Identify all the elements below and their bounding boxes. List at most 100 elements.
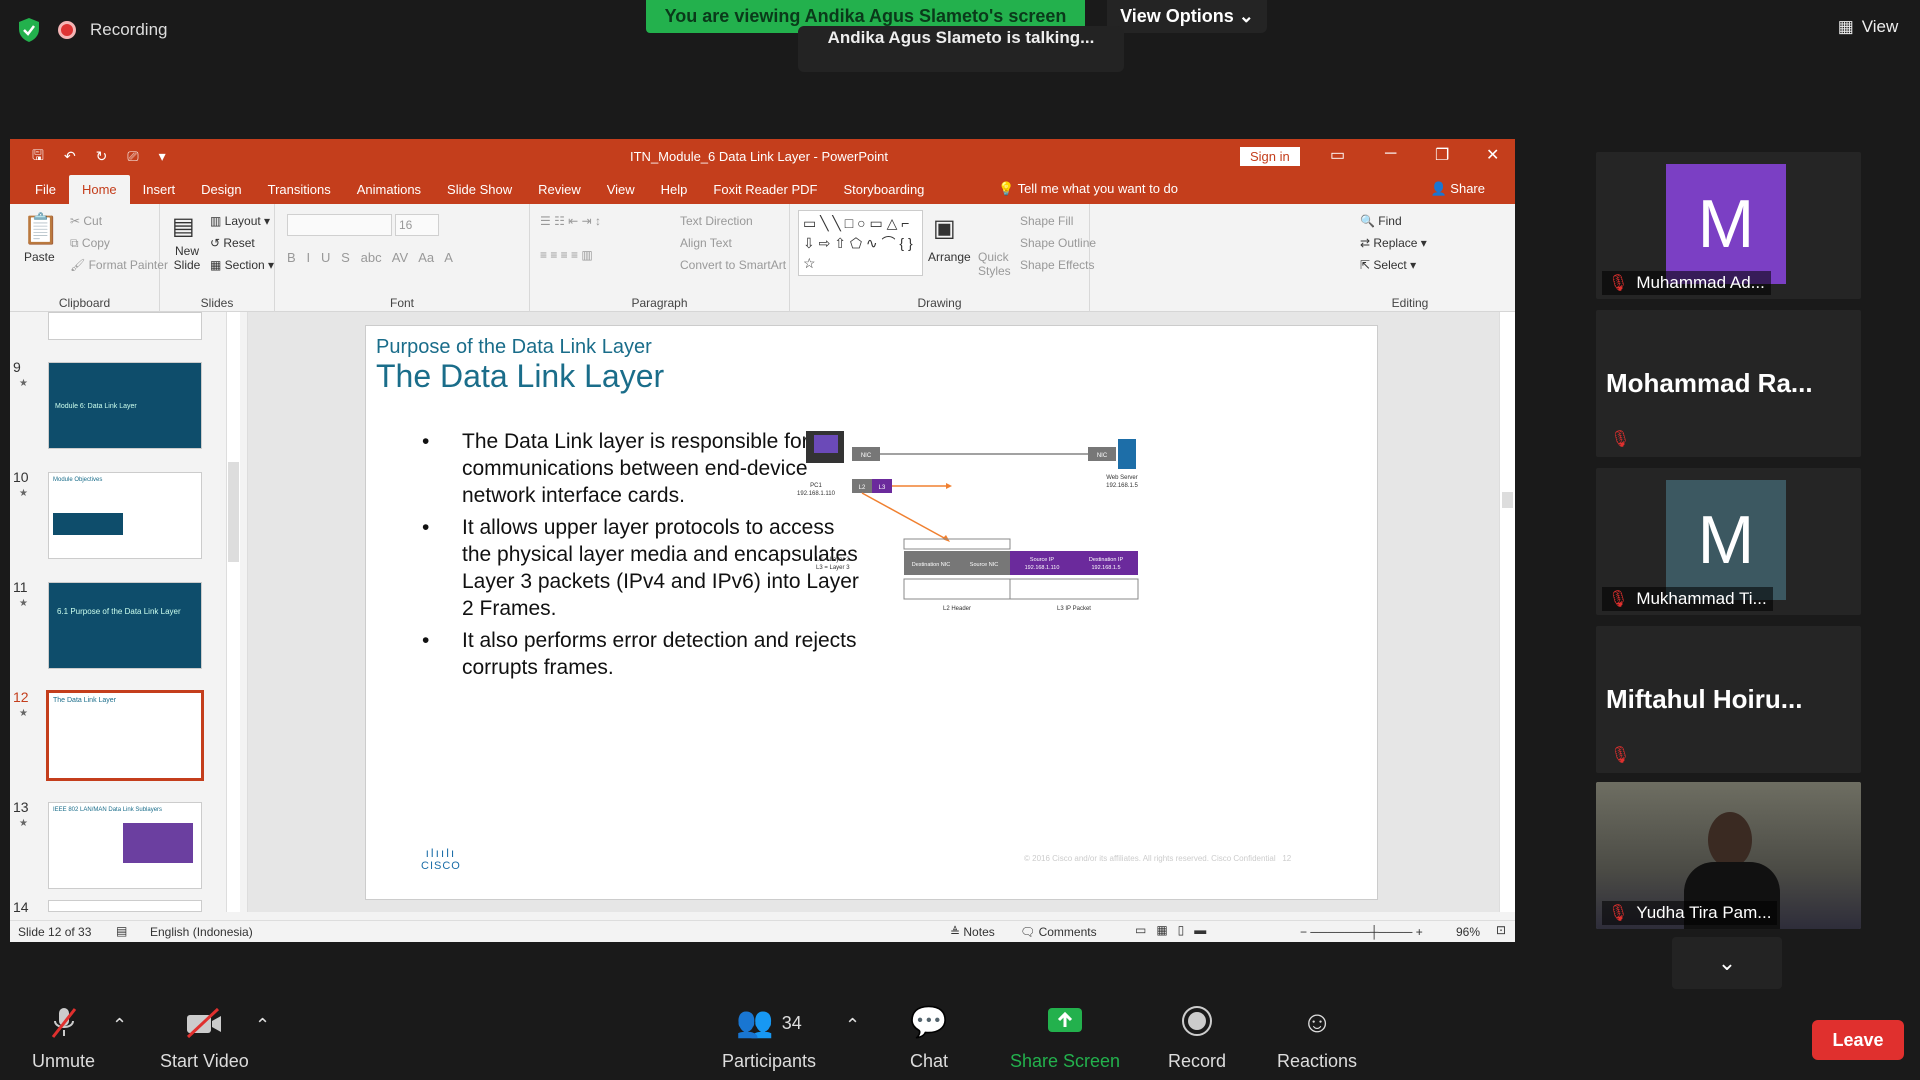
view-button[interactable]: ▦ View bbox=[1826, 10, 1910, 44]
replace-button[interactable]: ⇄ Replace ▾ bbox=[1360, 236, 1427, 250]
fit-slide-icon[interactable]: ⊡ bbox=[1496, 923, 1506, 937]
shape-effects-button[interactable]: Shape Effects bbox=[1020, 258, 1095, 272]
tab-help[interactable]: Help bbox=[648, 182, 701, 204]
find-label: Find bbox=[1378, 214, 1402, 228]
tab-review[interactable]: Review bbox=[525, 182, 594, 204]
new-slide-button[interactable]: New Slide bbox=[170, 244, 204, 272]
ribbon: 📋 Paste ✂ Cut ⧉ Copy 🖌 Format Painter Cl… bbox=[10, 204, 1515, 312]
shape-outline-button[interactable]: Shape Outline bbox=[1020, 236, 1096, 250]
tab-design[interactable]: Design bbox=[188, 182, 254, 204]
restore-icon[interactable]: ❐ bbox=[1435, 145, 1449, 165]
font-format-buttons[interactable]: B I U S abc AV Aa A bbox=[287, 250, 453, 265]
layout-button[interactable]: ▥ Layout ▾ bbox=[210, 214, 270, 228]
data-link-diagram[interactable]: NIC NIC PC1 192.168.1.110 Web Server 192… bbox=[796, 421, 1146, 621]
start-video-button[interactable]: Start Video bbox=[160, 1005, 249, 1072]
redo-icon[interactable]: ↻ bbox=[96, 148, 108, 165]
cut-button[interactable]: ✂ Cut bbox=[70, 214, 102, 228]
share-screen-button[interactable]: Share Screen bbox=[1010, 1005, 1120, 1072]
share-button[interactable]: 👤 Share bbox=[1430, 181, 1485, 197]
comments-button[interactable]: 🗨 Comments bbox=[1020, 925, 1097, 939]
thumbnail-slide-11[interactable]: 6.1 Purpose of the Data Link Layer bbox=[48, 582, 202, 669]
view-options-button[interactable]: View Options ⌄ bbox=[1107, 0, 1267, 33]
section-button[interactable]: ▦ Section ▾ bbox=[210, 258, 274, 272]
shield-icon[interactable] bbox=[14, 15, 44, 45]
frame-dest-nic: Destination NIC bbox=[912, 562, 951, 568]
leave-button[interactable]: Leave bbox=[1812, 1020, 1904, 1060]
tab-insert[interactable]: Insert bbox=[130, 182, 189, 204]
sign-in-button[interactable]: Sign in bbox=[1240, 147, 1300, 166]
list-icons[interactable]: ☰ ☷ ⇤ ⇥ ↕ bbox=[540, 214, 601, 228]
paste-button[interactable]: Paste bbox=[24, 250, 55, 264]
thumbnail-slide-12[interactable]: The Data Link Layer bbox=[46, 690, 204, 781]
close-icon[interactable]: ✕ bbox=[1486, 145, 1499, 165]
tab-storyboarding[interactable]: Storyboarding bbox=[830, 182, 937, 204]
language-label[interactable]: English (Indonesia) bbox=[150, 925, 253, 939]
caret-up-icon: ⌃ bbox=[255, 1015, 271, 1035]
tab-transitions[interactable]: Transitions bbox=[255, 182, 344, 204]
reactions-button[interactable]: ☺ Reactions bbox=[1277, 1005, 1357, 1072]
tab-foxit[interactable]: Foxit Reader PDF bbox=[700, 182, 830, 204]
thumbnail-slide-13[interactable]: IEEE 802 LAN/MAN Data Link Sublayers bbox=[48, 802, 202, 889]
quick-styles-button[interactable]: Quick Styles bbox=[978, 250, 1012, 278]
shape-fill-button[interactable]: Shape Fill bbox=[1020, 214, 1073, 228]
text-direction-button[interactable]: Text Direction bbox=[680, 214, 753, 228]
arrange-button[interactable]: Arrange bbox=[928, 250, 971, 264]
notes-button[interactable]: ≜ Notes bbox=[950, 925, 995, 939]
zoom-level[interactable]: 96% bbox=[1456, 925, 1480, 939]
participant-tile[interactable]: M 🎙︎ Mukhammad Ti... bbox=[1596, 468, 1861, 615]
participants-button[interactable]: 👥 34 Participants bbox=[722, 1005, 816, 1072]
thumbnail-slide-14[interactable] bbox=[48, 900, 202, 912]
smartart-button[interactable]: Convert to SmartArt bbox=[680, 258, 786, 272]
view-mode-icons[interactable]: ▭ ▦ ▯ ▬ bbox=[1135, 923, 1206, 937]
tell-me-search[interactable]: 💡 Tell me what you want to do bbox=[998, 181, 1178, 197]
tab-file[interactable]: File bbox=[22, 182, 69, 204]
lightbulb-icon: 💡 bbox=[998, 181, 1015, 196]
slide-canvas[interactable]: Purpose of the Data Link Layer The Data … bbox=[365, 325, 1378, 900]
select-button[interactable]: ⇱ Select ▾ bbox=[1360, 258, 1416, 272]
thumbnail-partial[interactable] bbox=[48, 312, 202, 340]
more-participants-button[interactable]: ⌄ bbox=[1672, 937, 1782, 989]
zoom-slider[interactable]: − ───────┼──── + bbox=[1300, 925, 1423, 939]
save-icon[interactable]: 🖫 bbox=[32, 145, 44, 169]
minimize-icon[interactable]: ─ bbox=[1385, 145, 1396, 163]
font-size-input[interactable]: 16 bbox=[395, 214, 439, 236]
format-painter-button[interactable]: 🖌 Format Painter bbox=[70, 258, 168, 272]
spellcheck-icon[interactable]: ▤ bbox=[116, 924, 127, 938]
star-icon: ★ bbox=[19, 488, 28, 499]
reset-button[interactable]: ↺ Reset bbox=[210, 236, 255, 250]
align-icons[interactable]: ≡ ≡ ≡ ≡ ▥ bbox=[540, 248, 593, 262]
tell-me-label: Tell me what you want to do bbox=[1017, 181, 1178, 196]
chat-button[interactable]: 💬 Chat bbox=[910, 1005, 948, 1072]
arrange-icon[interactable]: ▣ bbox=[933, 214, 956, 243]
tab-home[interactable]: Home bbox=[68, 175, 130, 204]
find-button[interactable]: 🔍 Find bbox=[1360, 214, 1402, 228]
thumbnail-scrollbar[interactable] bbox=[226, 312, 240, 912]
participants-caret[interactable]: ⌃ bbox=[845, 1015, 860, 1036]
participant-tile[interactable]: M 🎙︎ Muhammad Ad... bbox=[1596, 152, 1861, 299]
participant-tile[interactable]: Miftahul Hoiru... 🎙︎ bbox=[1596, 626, 1861, 773]
customize-icon[interactable]: ▾ bbox=[159, 148, 166, 165]
slide-title[interactable]: The Data Link Layer bbox=[376, 358, 664, 395]
thumbnail-slide-10[interactable]: Module Objectives bbox=[48, 472, 202, 559]
tab-slide-show[interactable]: Slide Show bbox=[434, 182, 525, 204]
paste-icon[interactable]: 📋 bbox=[22, 212, 59, 247]
audio-options-caret[interactable]: ⌃ bbox=[112, 1015, 127, 1036]
unmute-button[interactable]: Unmute bbox=[32, 1005, 95, 1072]
record-button[interactable]: Record bbox=[1168, 1005, 1226, 1072]
new-slide-icon[interactable]: ▤ bbox=[172, 212, 195, 241]
copy-button[interactable]: ⧉ Copy bbox=[70, 236, 110, 251]
tab-animations[interactable]: Animations bbox=[344, 182, 434, 204]
undo-icon[interactable]: ↶ bbox=[64, 148, 76, 165]
align-text-button[interactable]: Align Text bbox=[680, 236, 732, 250]
editor-scrollbar[interactable] bbox=[1499, 312, 1515, 912]
present-icon[interactable]: ⎚ bbox=[127, 148, 138, 165]
tab-view[interactable]: View bbox=[594, 182, 648, 204]
thumbnail-slide-9[interactable]: Module 6: Data Link Layer bbox=[48, 362, 202, 449]
shapes-gallery[interactable]: ▭ ╲ ╲ □ ○ ▭ △ ⌐ ⇩ ⇨ ⇧ ⬠ ∿ ⌒ { } ☆ bbox=[798, 210, 923, 276]
slide-subtitle[interactable]: Purpose of the Data Link Layer bbox=[376, 336, 652, 359]
ribbon-display-icon[interactable]: ▭ bbox=[1330, 145, 1345, 165]
video-options-caret[interactable]: ⌃ bbox=[255, 1015, 270, 1036]
participant-tile[interactable]: Mohammad Ra... 🎙︎ bbox=[1596, 310, 1861, 457]
font-family-input[interactable] bbox=[287, 214, 392, 236]
participant-tile-video[interactable]: 🎙︎ Yudha Tira Pam... bbox=[1596, 782, 1861, 929]
